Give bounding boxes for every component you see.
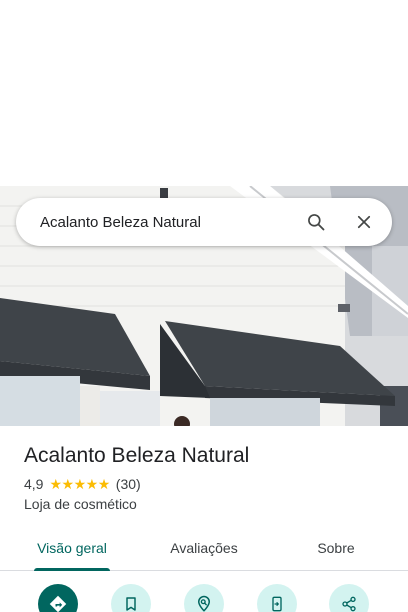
place-info: Acalanto Beleza Natural 4,9 ★ ★ ★ ★ ★ (3… (24, 442, 394, 512)
tab-label: Visão geral (37, 540, 107, 556)
close-icon[interactable] (344, 202, 384, 242)
tab-label: Sobre (317, 540, 355, 556)
tab-about[interactable]: Sobre (264, 528, 408, 570)
nearby-button[interactable] (184, 584, 224, 612)
star-icon: ★ (73, 476, 87, 492)
directions-icon (49, 595, 67, 612)
rating-value: 4,9 (24, 476, 44, 492)
nearby-icon (197, 595, 211, 612)
map-blank-area (0, 0, 408, 186)
action-buttons-row (0, 584, 408, 612)
star-icon: ★ (49, 476, 62, 492)
place-name: Acalanto Beleza Natural (24, 444, 250, 467)
rating-row[interactable]: 4,9 ★ ★ ★ ★ ★ (30) (24, 476, 394, 492)
star-rating: ★ ★ ★ ★ ★ (49, 476, 111, 492)
share-icon (342, 596, 356, 612)
bookmark-icon (126, 597, 136, 611)
share-button[interactable] (329, 584, 369, 612)
review-count[interactable]: (30) (116, 476, 141, 492)
star-icon: ★ (85, 476, 99, 492)
star-icon: ★ (97, 476, 111, 492)
search-icon[interactable] (296, 202, 336, 242)
tab-label: Avaliações (170, 540, 238, 556)
save-button[interactable] (111, 584, 151, 612)
search-input[interactable]: Acalanto Beleza Natural (16, 214, 296, 231)
send-to-phone-button[interactable] (257, 584, 297, 612)
star-icon: ★ (61, 476, 75, 492)
send-to-phone-icon (272, 596, 282, 612)
place-category: Loja de cosmético (24, 496, 137, 512)
place-tabs: Visão geral Avaliações Sobre (0, 528, 408, 571)
tab-overview[interactable]: Visão geral (0, 528, 144, 571)
tab-reviews[interactable]: Avaliações (144, 528, 264, 570)
tab-selected-indicator (34, 568, 110, 571)
search-bar[interactable]: Acalanto Beleza Natural (16, 198, 392, 246)
directions-button[interactable] (38, 584, 78, 612)
